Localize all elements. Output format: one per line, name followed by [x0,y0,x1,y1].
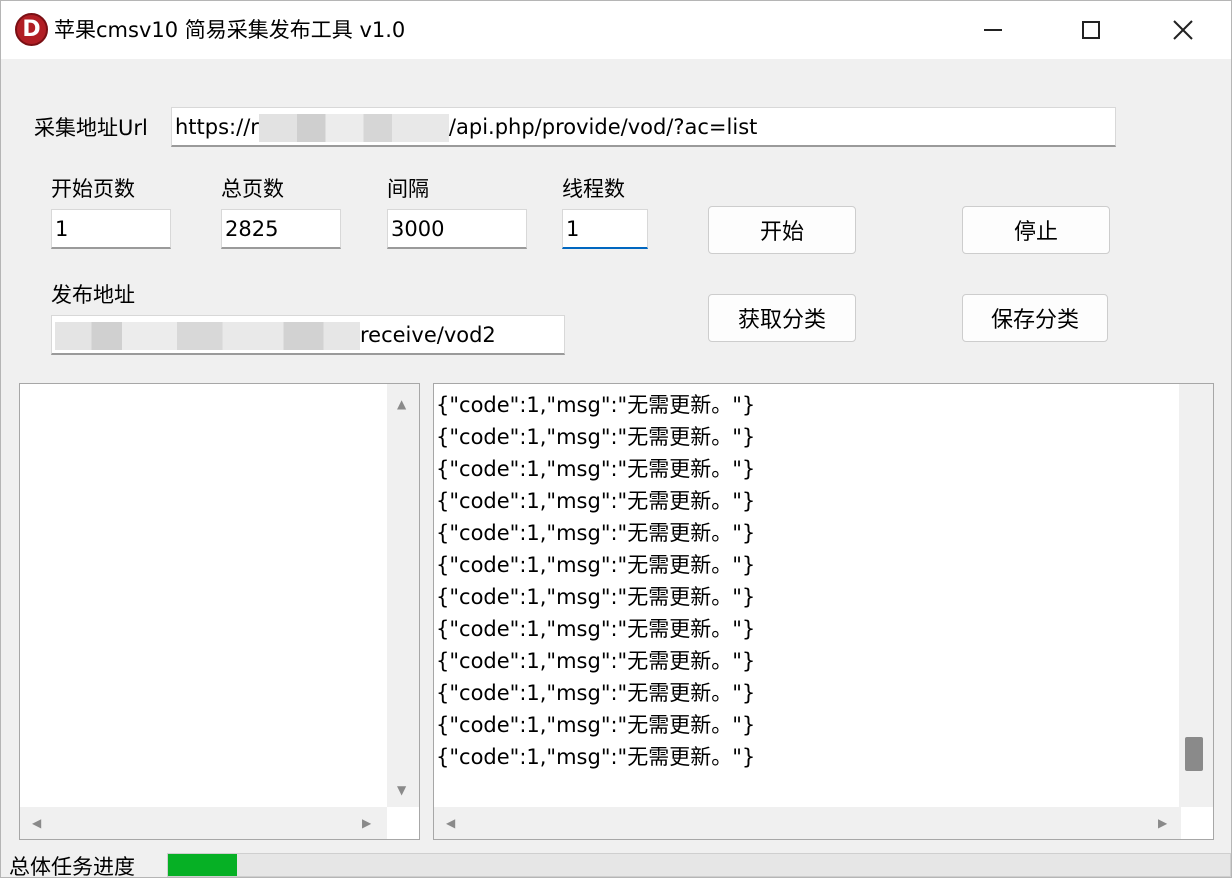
scroll-left-icon[interactable]: ◀ [32,817,41,829]
scroll-thumb[interactable] [1185,737,1203,771]
log-line: {"code":1,"msg":"无需更新。"} [436,521,756,545]
collect-url-prefix: https://r [175,115,259,139]
scroll-right-icon[interactable]: ▶ [362,817,371,829]
collect-url-suffix: /api.php/provide/vod/?ac=list [448,115,758,139]
start-page-label: 开始页数 [51,177,135,201]
log-line: {"code":1,"msg":"无需更新。"} [436,457,756,481]
start-button[interactable]: 开始 [708,206,856,254]
minimize-icon [984,29,1002,31]
log-vscroll[interactable] [1179,384,1213,807]
progress-fill [168,854,238,876]
minimize-button[interactable] [947,1,1039,59]
app-window: D 苹果cmsv10 简易采集发布工具 v1.0 采集地址Url https:/… [0,0,1232,878]
stop-button[interactable]: 停止 [962,206,1110,254]
close-button[interactable] [1137,1,1229,59]
total-pages-input[interactable]: 2825 [221,209,341,249]
overall-progress-bar [167,853,1231,877]
log-line: {"code":1,"msg":"无需更新。"} [436,713,756,737]
window-title: 苹果cmsv10 简易采集发布工具 v1.0 [54,18,406,42]
scroll-up-icon[interactable]: ▲ [397,398,406,410]
log-line: {"code":1,"msg":"无需更新。"} [436,745,756,769]
log-line: {"code":1,"msg":"无需更新。"} [436,393,756,417]
log-line: {"code":1,"msg":"无需更新。"} [436,585,756,609]
threads-input[interactable]: 1 [562,209,648,249]
threads-label: 线程数 [562,177,625,201]
log-line: {"code":1,"msg":"无需更新。"} [436,617,756,641]
close-icon [1173,20,1193,40]
scroll-down-icon[interactable]: ▼ [397,784,406,796]
scroll-left-icon[interactable]: ◀ [446,817,455,829]
redacted-region [258,114,449,142]
log-line: {"code":1,"msg":"无需更新。"} [436,425,756,449]
interval-input[interactable]: 3000 [387,209,527,249]
log-line: {"code":1,"msg":"无需更新。"} [436,681,756,705]
maximize-icon [1082,21,1100,39]
red-d-logo-icon: D [15,13,48,46]
fetch-categories-button[interactable]: 获取分类 [708,294,856,342]
log-line: {"code":1,"msg":"无需更新。"} [436,553,756,577]
log-hscroll[interactable]: ◀ ▶ [434,807,1181,839]
log-line: {"code":1,"msg":"无需更新。"} [436,489,756,513]
scroll-right-icon[interactable]: ▶ [1158,817,1167,829]
interval-label: 间隔 [387,177,429,201]
title-bar[interactable]: D 苹果cmsv10 简易采集发布工具 v1.0 [1,1,1231,59]
publish-url-suffix: receive/vod2 [360,323,496,347]
publish-url-input[interactable]: receive/vod2 [51,315,565,355]
progress-label: 总体任务进度 [9,855,135,878]
redacted-region [55,322,360,350]
publish-url-label: 发布地址 [51,283,135,307]
log-line: {"code":1,"msg":"无需更新。"} [436,649,756,673]
save-categories-button[interactable]: 保存分类 [962,294,1108,342]
collect-url-label: 采集地址Url [34,116,148,140]
log-output[interactable]: {"code":1,"msg":"无需更新。"} {"code":1,"msg":… [433,383,1214,840]
start-page-input[interactable]: 1 [51,209,171,249]
total-pages-label: 总页数 [221,177,284,201]
collect-url-input[interactable]: https://r/api.php/provide/vod/?ac=list [171,107,1116,147]
maximize-button[interactable] [1045,1,1137,59]
log-lines: {"code":1,"msg":"无需更新。"} {"code":1,"msg":… [434,389,755,773]
category-list-hscroll[interactable]: ◀ ▶ [20,807,387,839]
category-list[interactable]: ▲ ▼ ◀ ▶ [19,383,420,840]
category-list-vscroll[interactable]: ▲ ▼ [387,384,419,807]
